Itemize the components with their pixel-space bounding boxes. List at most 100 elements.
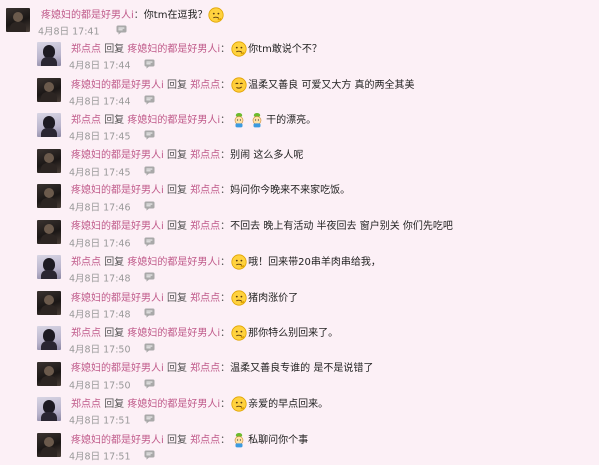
reply-author[interactable]: 疼媳妇的都是好男人i bbox=[71, 435, 164, 446]
thinking-face-emoji bbox=[231, 254, 247, 270]
colon: ： bbox=[220, 362, 231, 374]
reply-author[interactable]: 疼媳妇的都是好男人i bbox=[71, 80, 164, 91]
comment-bubble-icon[interactable] bbox=[144, 95, 155, 109]
reply-word: 回复 bbox=[104, 44, 125, 55]
reply-target[interactable]: 郑点点 bbox=[190, 293, 220, 304]
reply-target[interactable]: 郑点点 bbox=[190, 80, 220, 91]
reply-time: 17:51 bbox=[103, 451, 131, 462]
colon: ： bbox=[220, 220, 231, 232]
comment-bubble-icon[interactable] bbox=[144, 166, 155, 180]
thinking-face-emoji bbox=[231, 325, 247, 341]
reply-author[interactable]: 疼媳妇的都是好男人i bbox=[71, 221, 164, 232]
reply-item: 疼媳妇的都是好男人i 回复 郑点点： 温柔又善良 可爱又大方 真的两全其美 4月8日… bbox=[37, 76, 577, 110]
avatar[interactable] bbox=[37, 113, 61, 137]
reply-target[interactable]: 疼媳妇的都是好男人i bbox=[127, 328, 220, 339]
reply-target[interactable]: 郑点点 bbox=[190, 435, 220, 446]
avatar[interactable] bbox=[37, 397, 61, 421]
reply-item: 郑点点 回复 疼媳妇的都是好男人i： 那你特么别回来了。 4月8日 17:50 bbox=[37, 324, 577, 358]
avatar[interactable] bbox=[37, 148, 61, 173]
colon: ： bbox=[220, 115, 231, 126]
reply-date: 4月8日 bbox=[69, 415, 101, 427]
reply-word: 回复 bbox=[104, 257, 125, 268]
avatar[interactable] bbox=[37, 77, 61, 102]
colon: ： bbox=[220, 292, 231, 304]
sprout-cartoon-emoji bbox=[234, 113, 244, 128]
avatar[interactable] bbox=[37, 290, 61, 315]
reply-text: 哦！回来带20串羊肉串给我， bbox=[248, 257, 381, 268]
reply-time: 17:48 bbox=[103, 309, 131, 320]
reply-author[interactable]: 疼媳妇的都是好男人i bbox=[71, 363, 164, 374]
reply-author[interactable]: 郑点点 bbox=[71, 399, 101, 410]
reply-author[interactable]: 郑点点 bbox=[71, 44, 101, 55]
reply-date: 4月8日 bbox=[69, 96, 101, 107]
main-post: 疼媳妇的都是好男人i：你tm在逗我？ 4月8日 17:41 bbox=[6, 6, 596, 40]
reply-author[interactable]: 郑点点 bbox=[71, 257, 101, 268]
reply-target[interactable]: 疼媳妇的都是好男人i bbox=[127, 115, 220, 126]
reply-target[interactable]: 郑点点 bbox=[190, 363, 220, 374]
reply-target[interactable]: 疼媳妇的都是好男人i bbox=[127, 44, 220, 55]
reply-date: 4月8日 bbox=[69, 131, 101, 143]
avatar[interactable] bbox=[37, 219, 61, 244]
reply-date: 4月8日 bbox=[69, 202, 101, 214]
sprout-cartoon-emoji bbox=[234, 432, 244, 447]
comment-bubble-icon[interactable] bbox=[144, 414, 155, 428]
avatar[interactable] bbox=[6, 8, 30, 32]
reply-target[interactable]: 疼媳妇的都是好男人i bbox=[127, 257, 220, 268]
reply-author[interactable]: 疼媳妇的都是好男人i bbox=[71, 185, 164, 196]
reply-author[interactable]: 疼媳妇的都是好男人i bbox=[71, 293, 164, 304]
comment-bubble-icon[interactable] bbox=[144, 308, 155, 322]
reply-target[interactable]: 郑点点 bbox=[190, 185, 220, 196]
comment-bubble-icon[interactable] bbox=[116, 25, 127, 39]
reply-date: 4月8日 bbox=[69, 309, 101, 320]
colon: ： bbox=[220, 149, 231, 161]
reply-target[interactable]: 郑点点 bbox=[190, 221, 220, 232]
reply-word: 回复 bbox=[166, 185, 187, 196]
avatar[interactable] bbox=[37, 326, 61, 350]
avatar[interactable] bbox=[37, 432, 61, 457]
comment-bubble-icon[interactable] bbox=[144, 237, 155, 251]
reply-word: 回复 bbox=[104, 115, 125, 126]
reply-time: 17:50 bbox=[103, 344, 131, 356]
reply-author[interactable]: 郑点点 bbox=[71, 115, 101, 126]
colon: ： bbox=[220, 185, 231, 196]
reply-text: 不回去 晚上有活动 半夜回去 窗户别关 你们先吃吧 bbox=[230, 220, 453, 232]
comment-bubble-icon[interactable] bbox=[144, 272, 155, 286]
reply-item: 疼媳妇的都是好男人i 回复 郑点点： 私聊问你个事 4月8日 17:51 bbox=[37, 431, 577, 465]
reply-text: 干的漂亮。 bbox=[266, 115, 317, 126]
reply-word: 回复 bbox=[166, 220, 187, 232]
reply-text: 温柔又善良 可爱又大方 真的两全其美 bbox=[248, 79, 415, 91]
comment-bubble-icon[interactable] bbox=[144, 343, 155, 357]
colon: ： bbox=[220, 434, 231, 446]
avatar[interactable] bbox=[37, 184, 61, 208]
reply-date: 4月8日 bbox=[69, 238, 101, 249]
avatar[interactable] bbox=[37, 42, 61, 66]
colon: ： bbox=[220, 328, 231, 339]
reply-text: 妈问你今晚来不来家吃饭。 bbox=[230, 185, 351, 196]
reply-word: 回复 bbox=[166, 149, 187, 161]
reply-date: 4月8日 bbox=[69, 380, 101, 391]
post-author[interactable]: 疼媳妇的都是好男人i bbox=[41, 10, 134, 21]
avatar[interactable] bbox=[37, 255, 61, 279]
reply-target[interactable]: 疼媳妇的都是好男人i bbox=[127, 399, 220, 410]
thinking-face-emoji bbox=[231, 41, 247, 57]
reply-text: 猪肉涨价了 bbox=[248, 292, 299, 304]
comment-bubble-icon[interactable] bbox=[144, 130, 155, 144]
reply-author[interactable]: 郑点点 bbox=[71, 328, 101, 339]
reply-target[interactable]: 郑点点 bbox=[190, 150, 220, 161]
comment-bubble-icon[interactable] bbox=[144, 59, 155, 73]
reply-item: 疼媳妇的都是好男人i 回复 郑点点：妈问你今晚来不来家吃饭。 4月8日 17:46 bbox=[37, 182, 577, 216]
colon: ： bbox=[220, 399, 231, 410]
reply-item: 疼媳妇的都是好男人i 回复 郑点点：别闹 这么多人呢 4月8日 17:45 bbox=[37, 147, 577, 181]
reply-text: 你tm敢说个不？ bbox=[248, 44, 322, 55]
reply-author[interactable]: 疼媳妇的都是好男人i bbox=[71, 150, 164, 161]
reply-word: 回复 bbox=[104, 399, 125, 410]
avatar[interactable] bbox=[37, 361, 61, 386]
comment-bubble-icon[interactable] bbox=[144, 379, 155, 393]
reply-word: 回复 bbox=[166, 292, 187, 304]
reply-date: 4月8日 bbox=[69, 60, 101, 72]
reply-date: 4月8日 bbox=[69, 273, 101, 285]
comment-bubble-icon[interactable] bbox=[144, 450, 155, 464]
comment-bubble-icon[interactable] bbox=[144, 201, 155, 215]
post-date: 4月8日 bbox=[38, 26, 70, 38]
colon: ： bbox=[220, 44, 231, 55]
